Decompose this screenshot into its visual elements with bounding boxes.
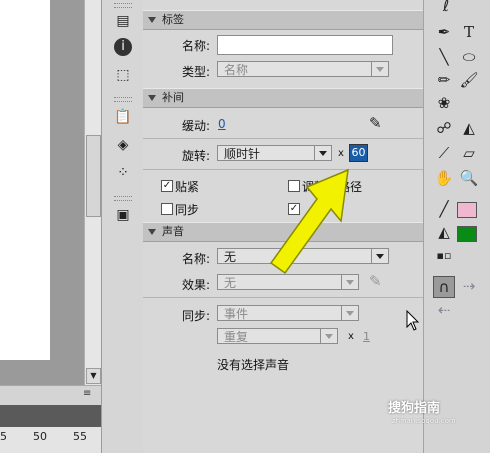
scroll-down-button[interactable]: ▼	[86, 368, 101, 384]
collapse-triangle-icon	[148, 229, 156, 235]
section-title: 声音	[162, 225, 184, 238]
select-value: 重复	[224, 330, 249, 344]
eraser-icon[interactable]: ▱	[459, 143, 479, 163]
ruler-label: 55	[73, 430, 87, 443]
ease-value[interactable]: 0	[218, 117, 226, 131]
panel-menu-icon[interactable]: ≡	[83, 388, 91, 399]
grip-handle[interactable]	[114, 196, 132, 201]
sound-status-text: 没有选择声音	[217, 358, 290, 372]
fill-color-icon: ◭	[438, 223, 450, 241]
eyedropper-icon[interactable]: ⟋	[434, 143, 454, 163]
rotate-select[interactable]: 顺时针	[217, 145, 332, 161]
swatches-icon[interactable]: ◈	[114, 136, 132, 154]
stroke-color-swatch[interactable]	[457, 202, 477, 218]
label-type-select[interactable]: 名称	[217, 61, 389, 77]
hand-icon[interactable]: ✋	[434, 168, 454, 188]
snap-checkbox[interactable]: ✓	[161, 180, 173, 192]
smooth-icon[interactable]: ⇢	[459, 276, 479, 296]
select-value: 无	[224, 250, 237, 264]
tools-panel: ℓ ✒ T ╲ ⬭ ✏ 🖌 ❀ ☍ ◭ ⟋ ▱ ✋ 🔍 ╱ ◭ ▪▫ ∩ ⇢ ⇠	[423, 0, 490, 453]
mouse-pointer-icon	[406, 310, 420, 331]
select-value: 无	[224, 276, 237, 290]
deco-icon[interactable]: ❀	[434, 93, 454, 113]
annotation-arrow	[269, 168, 349, 275]
repeat-count[interactable]: 1	[363, 330, 370, 343]
straighten-icon[interactable]: ⇠	[434, 300, 454, 320]
timeline-ruler[interactable]: 5 50 55	[0, 427, 101, 453]
sync-label: 同步	[175, 203, 200, 217]
grip-handle[interactable]	[114, 3, 132, 8]
watermark-url: zhinan.sogou.com	[392, 417, 456, 425]
label-name-input[interactable]	[217, 35, 393, 55]
tween-section-header[interactable]: 补间	[143, 88, 423, 108]
rotate-count-input[interactable]: 60	[349, 144, 368, 162]
timeline-header	[0, 405, 101, 427]
collapse-triangle-icon	[148, 17, 156, 23]
chevron-down-icon	[341, 306, 358, 320]
select-value: 名称	[224, 63, 249, 77]
oval-icon[interactable]: ⬭	[459, 47, 479, 67]
transform-icon[interactable]: ⬚	[114, 66, 132, 84]
edit-pencil-icon[interactable]: ✎	[369, 272, 382, 290]
chevron-down-icon	[371, 62, 388, 76]
select-value: 事件	[224, 307, 249, 321]
sync-checkbox[interactable]	[161, 203, 173, 215]
edit-pencil-icon[interactable]: ✎	[369, 114, 382, 132]
collapse-triangle-icon	[148, 95, 156, 101]
label-type-label: 类型:	[182, 65, 211, 79]
times-symbol: x	[348, 331, 354, 342]
swap-colors-icon[interactable]: ▪▫	[434, 246, 454, 266]
library-icon[interactable]: 📋	[114, 108, 132, 126]
chevron-down-icon	[320, 329, 337, 343]
lasso-icon[interactable]: ℓ	[436, 0, 456, 16]
stroke-color-icon: ╱	[439, 200, 449, 218]
stage-canvas[interactable]	[0, 0, 50, 360]
pencil-icon[interactable]: ✏	[434, 70, 454, 90]
pen-icon[interactable]: ✒	[434, 22, 454, 42]
divider	[143, 138, 423, 139]
chevron-down-icon	[314, 146, 331, 160]
grip-handle[interactable]	[114, 97, 132, 102]
watermark-logo: 搜狗指南	[388, 401, 441, 416]
paint-bucket-icon[interactable]: ◭	[459, 118, 479, 138]
components-icon[interactable]: ⁘	[114, 164, 132, 182]
text-icon[interactable]: T	[459, 22, 479, 42]
line-icon[interactable]: ╲	[434, 47, 454, 67]
fill-color-swatch[interactable]	[457, 226, 477, 242]
label-section-header[interactable]: 标签	[143, 10, 423, 30]
ease-label: 缓动:	[182, 119, 211, 133]
info-icon[interactable]: i	[114, 38, 132, 56]
select-value: 顺时针	[224, 147, 261, 161]
snap-to-objects-icon[interactable]: ∩	[433, 276, 455, 298]
label-name-label: 名称:	[182, 39, 211, 53]
scrollbar-thumb[interactable]	[86, 135, 101, 217]
brush-icon[interactable]: 🖌	[459, 70, 479, 90]
section-title: 标签	[162, 13, 184, 26]
ruler-label: 5	[0, 430, 7, 443]
chevron-down-icon	[371, 249, 388, 263]
divider	[143, 297, 423, 298]
sound-name-label: 名称:	[182, 252, 211, 266]
sound-sync-select[interactable]: 事件	[217, 305, 359, 321]
sound-repeat-select[interactable]: 重复	[217, 328, 338, 344]
sound-effect-label: 效果:	[182, 278, 211, 292]
rotate-label: 旋转:	[182, 149, 211, 163]
sound-sync-label: 同步:	[182, 309, 211, 323]
zoom-icon[interactable]: 🔍	[459, 168, 479, 188]
snap-label: 贴紧	[175, 180, 200, 194]
scene-icon[interactable]: ▣	[114, 206, 132, 224]
ruler-label: 50	[33, 430, 47, 443]
align-icon[interactable]: ▤	[114, 12, 132, 30]
section-title: 补间	[162, 91, 184, 104]
panel-tool-strip: ▤ i ⬚ 📋 ◈ ⁘ ▣	[101, 0, 145, 453]
times-symbol: x	[338, 148, 344, 159]
bone-icon[interactable]: ☍	[434, 118, 454, 138]
